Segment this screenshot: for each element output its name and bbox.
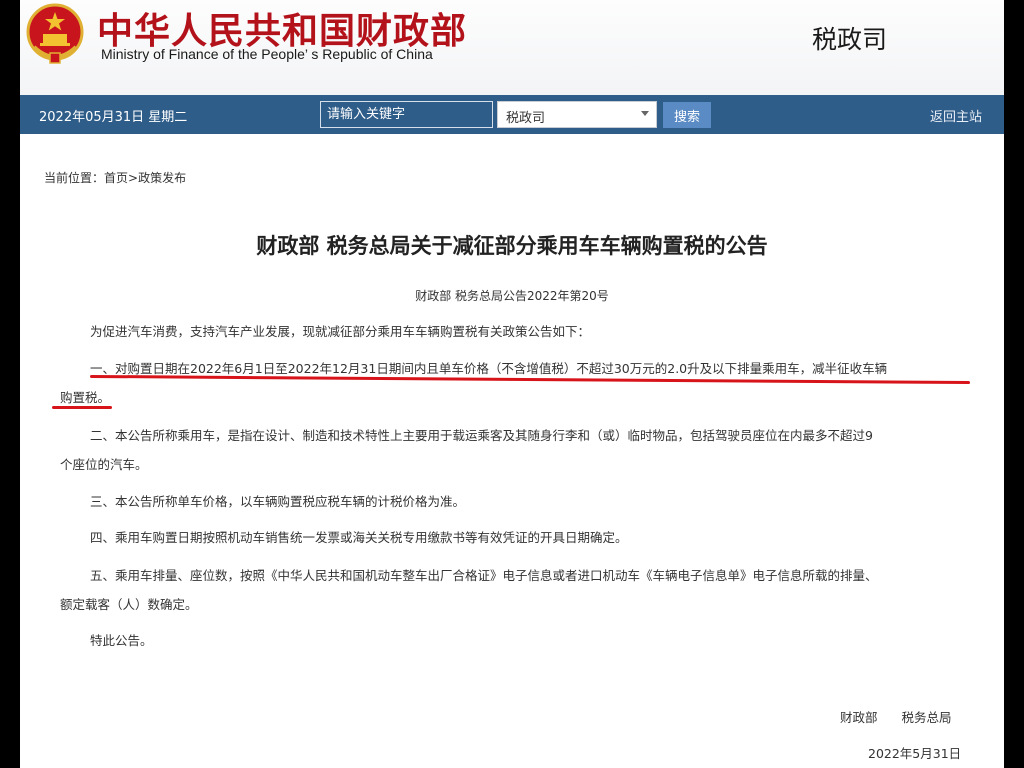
breadcrumb-home-link[interactable]: 首页 [104, 171, 128, 185]
national-emblem-icon [26, 3, 84, 64]
search-input[interactable] [320, 101, 493, 128]
article-5-line-1: 五、乘用车排量、座位数，按照《中华人民共和国机动车整车出厂合格证》电子信息或者进… [90, 568, 878, 583]
department-name: 税政司 [812, 25, 888, 54]
breadcrumb-label: 当前位置： [44, 171, 105, 185]
document-number: 财政部 税务总局公告2022年第20号 [415, 289, 609, 303]
signing-date: 2022年5月31日 [868, 746, 962, 761]
chevron-down-icon [641, 111, 649, 116]
article-3: 三、本公告所称单车价格，以车辆购置税应税车辆的计税价格为准。 [90, 494, 466, 509]
nav-bar: 2022年05月31日 星期二 税政司 搜索 返回主站 [20, 95, 1004, 134]
article-2-line-1: 二、本公告所称乘用车，是指在设计、制造和技术特性上主要用于载运乘客及其随身行李和… [90, 428, 873, 443]
return-home-link[interactable]: 返回主站 [930, 106, 982, 125]
department-select-value: 税政司 [506, 111, 546, 126]
red-underline-annotation [52, 406, 112, 409]
search-button[interactable]: 搜索 [663, 102, 711, 128]
site-header: 中华人民共和国财政部 Ministry of Finance of the Pe… [20, 0, 1004, 95]
breadcrumb-separator: > [128, 171, 139, 185]
department-select[interactable]: 税政司 [497, 101, 657, 128]
site-title-english: Ministry of Finance of the People’ s Rep… [101, 46, 433, 62]
page: 中华人民共和国财政部 Ministry of Finance of the Pe… [20, 0, 1004, 768]
current-date: 2022年05月31日 星期二 [39, 110, 188, 125]
article-2-line-2: 个座位的汽车。 [60, 457, 148, 472]
signing-authorities: 财政部 税务总局 [840, 710, 952, 725]
breadcrumb: 当前位置：首页>政策发布 [44, 169, 186, 186]
article-title: 财政部 税务总局关于减征部分乘用车车辆购置税的公告 [256, 234, 768, 258]
intro-paragraph: 为促进汽车消费，支持汽车产业发展，现就减征部分乘用车车辆购置税有关政策公告如下： [90, 324, 591, 339]
breadcrumb-current-link[interactable]: 政策发布 [138, 171, 186, 185]
article-4: 四、乘用车购置日期按照机动车销售统一发票或海关关税专用缴款书等有效凭证的开具日期… [90, 530, 628, 545]
closing-statement: 特此公告。 [90, 633, 153, 648]
article-5-line-2: 额定载客（人）数确定。 [60, 597, 198, 612]
